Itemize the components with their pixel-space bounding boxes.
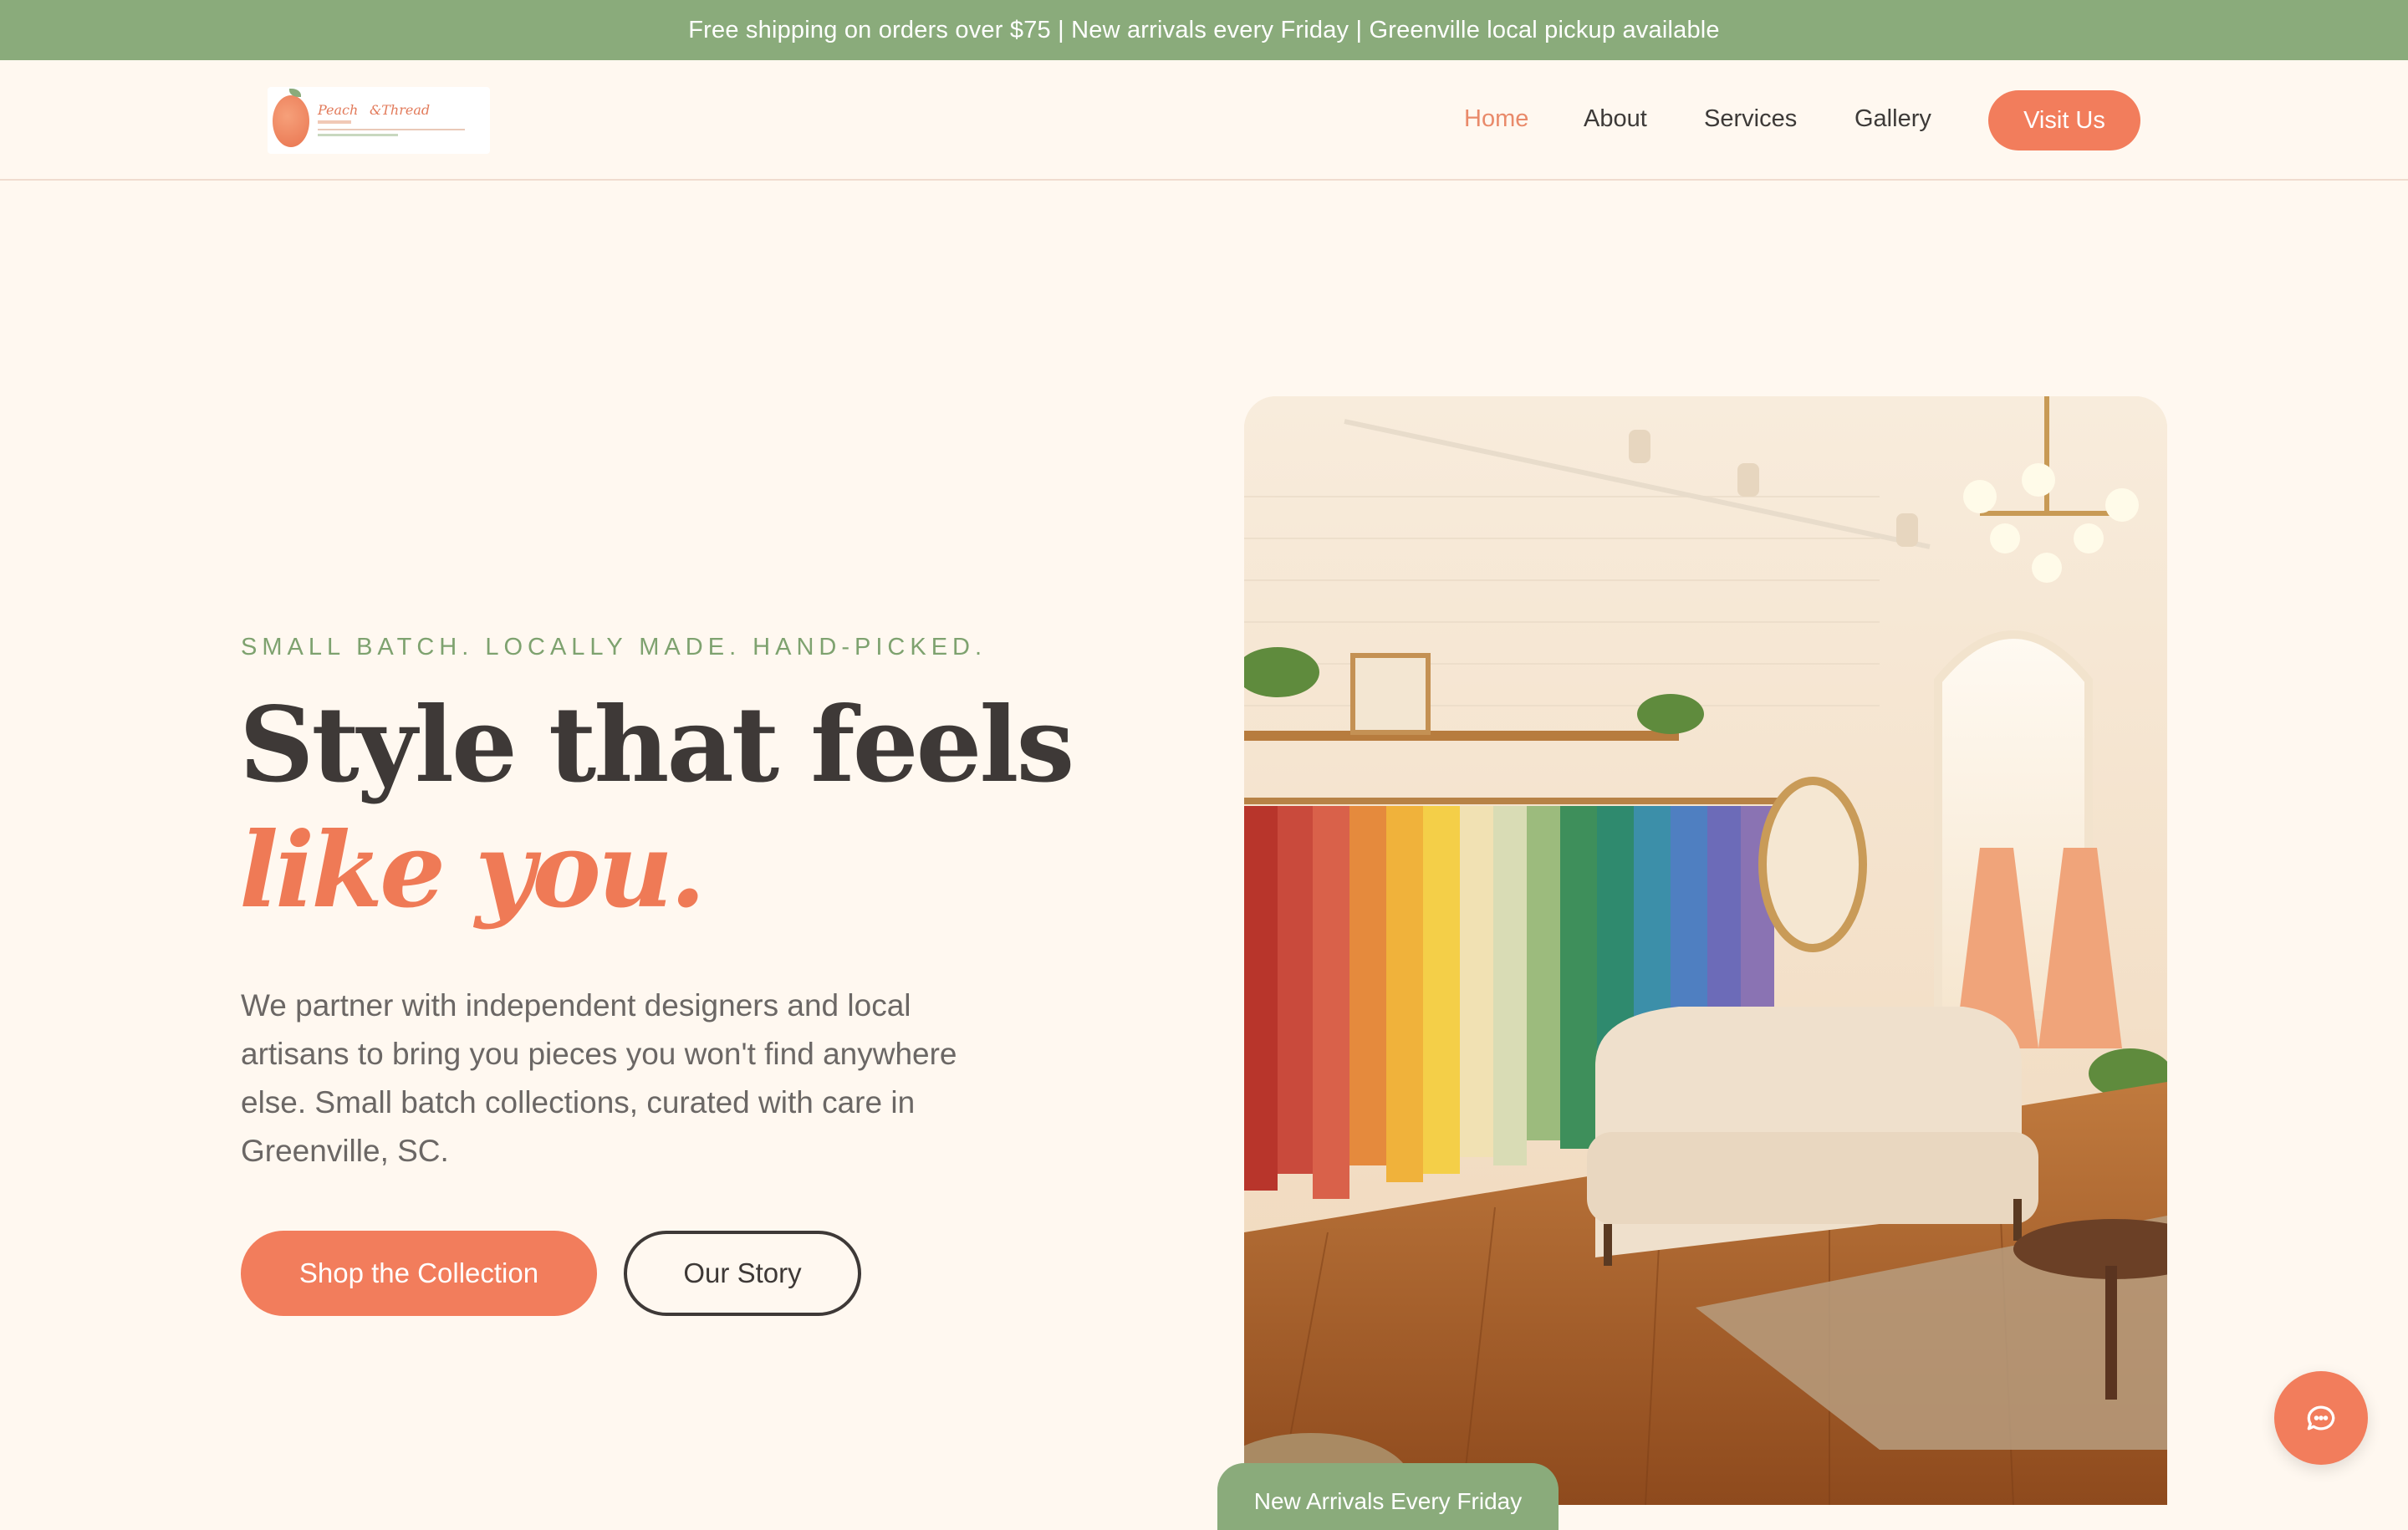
hero-image [1244, 396, 2167, 1505]
nav-gallery[interactable]: Gallery [1854, 105, 1931, 133]
logo-word-peach: Peach [318, 102, 359, 118]
logo-word-thread: &Thread [370, 102, 431, 118]
boutique-interior-illustration [1244, 396, 2167, 1505]
nav-home[interactable]: Home [1464, 105, 1528, 133]
visit-us-button[interactable]: Visit Us [1988, 90, 2140, 150]
logo-divider [318, 129, 465, 130]
hero-eyebrow: SMALL BATCH. LOCALLY MADE. HAND-PICKED. [241, 634, 987, 660]
announcement-text: Free shipping on orders over $75 | New a… [688, 16, 1720, 43]
chat-bubble-icon [2307, 1405, 2335, 1431]
logo-subline-mark [318, 134, 398, 136]
logo[interactable]: Peach &Thread [268, 87, 490, 154]
our-story-button[interactable]: Our Story [624, 1231, 861, 1316]
site-header: Peach &Thread Home About Services Galler… [0, 60, 2408, 181]
chat-button[interactable] [2274, 1371, 2368, 1465]
hero-title-line1: Style that feels [239, 685, 1074, 806]
announcement-bar: Free shipping on orders over $75 | New a… [0, 0, 2408, 60]
nav-services[interactable]: Services [1704, 105, 1797, 133]
shop-collection-button[interactable]: Shop the Collection [241, 1231, 597, 1316]
logo-tagline-mark [318, 120, 351, 124]
nav-about[interactable]: About [1584, 105, 1647, 133]
peach-logo-icon [273, 95, 309, 147]
new-arrivals-badge: New Arrivals Every Friday [1217, 1463, 1559, 1530]
hero-title-line2: like you. [239, 810, 706, 931]
hero-lead: We partner with independent designers an… [241, 988, 957, 1168]
